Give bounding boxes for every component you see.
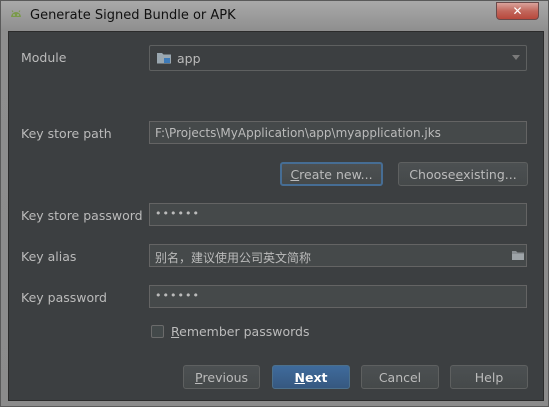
next-mnemonic: N [294,369,305,385]
next-button[interactable]: Next [272,365,350,389]
keystore-path-value: F:\Projects\MyApplication\app\myapplicat… [155,126,441,140]
key-alias-value: 别名，建议使用公司英文简称 [155,251,312,265]
module-value: app [177,51,201,66]
key-alias-field[interactable]: 别名，建议使用公司英文简称 [149,244,527,267]
choose-existing-label-post: xisting... [463,166,517,182]
keystore-password-field[interactable]: •••••• [149,203,527,226]
create-new-button[interactable]: Create new... [280,162,383,186]
previous-label-rest: revious [202,369,249,385]
keystore-password-label: Key store password [21,208,143,223]
title-bar[interactable]: Generate Signed Bundle or APK ✕ [1,1,548,31]
keystore-password-value: •••••• [155,207,200,220]
module-dropdown[interactable]: app [149,45,527,71]
key-password-label: Key password [21,290,107,305]
choose-existing-label-pre: Choose [409,166,456,182]
dialog-window: Generate Signed Bundle or APK ✕ Module a… [0,0,549,407]
close-icon: ✕ [512,4,523,18]
remember-passwords-checkbox[interactable] [151,325,164,338]
cancel-label: Cancel [378,369,422,385]
previous-button[interactable]: Previous [183,365,260,389]
next-label-rest: ext [304,369,328,385]
create-new-mnemonic: C [290,166,300,182]
remember-label-rest: emember passwords [179,324,310,339]
close-button[interactable]: ✕ [496,2,539,20]
choose-existing-button[interactable]: Choose e xisting... [398,162,528,186]
cancel-button[interactable]: Cancel [361,365,439,389]
help-button[interactable]: Help [450,365,528,389]
chevron-down-icon [512,55,520,60]
previous-mnemonic: P [194,369,203,385]
remember-mnemonic: R [171,324,180,339]
key-password-field[interactable]: •••••• [149,285,527,308]
help-label: Help [474,369,504,385]
android-icon [11,10,21,17]
create-new-label-post: reate new... [299,166,373,182]
key-alias-label: Key alias [21,249,77,264]
window-title: Generate Signed Bundle or APK [30,8,236,23]
keystore-path-field[interactable]: F:\Projects\MyApplication\app\myapplicat… [149,121,527,144]
module-label: Module [21,50,67,65]
choose-existing-mnemonic: e [455,166,464,182]
remember-passwords-label[interactable]: Remember passwords [171,324,309,339]
keystore-path-label: Key store path [21,126,112,141]
folder-module-icon [157,53,171,64]
folder-browse-icon[interactable] [511,249,525,261]
dialog-content: Module app Key store path F:\Projects\My… [8,31,544,401]
key-password-value: •••••• [155,289,200,302]
